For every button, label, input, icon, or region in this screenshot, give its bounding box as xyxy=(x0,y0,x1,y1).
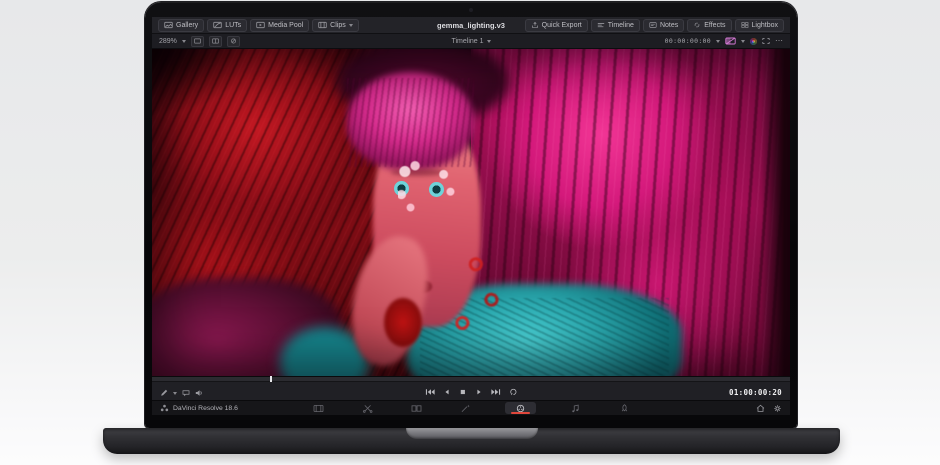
lightbox-label: Lightbox xyxy=(752,22,778,29)
media-pool-button[interactable]: Media Pool xyxy=(250,19,309,32)
transport-controls xyxy=(152,388,790,396)
chevron-down-icon[interactable] xyxy=(741,40,745,43)
luts-button[interactable]: LUTs xyxy=(207,19,247,32)
playhead[interactable] xyxy=(270,376,272,382)
webcam-icon xyxy=(469,8,473,12)
laptop-lid: Gallery LUTs Media Pool Clips xyxy=(145,2,797,428)
luts-icon xyxy=(213,21,222,29)
page-tabs xyxy=(152,402,790,414)
skip-end-button[interactable] xyxy=(491,388,501,396)
tab-edit[interactable] xyxy=(407,402,426,414)
viewer-header: 289% Timeline 1 xyxy=(152,34,790,49)
play-button[interactable] xyxy=(475,388,483,396)
main-toolbar: Gallery LUTs Media Pool Clips xyxy=(152,17,790,34)
bypass-icon[interactable] xyxy=(227,36,240,47)
tab-cut[interactable] xyxy=(358,402,377,414)
notes-icon xyxy=(649,21,657,29)
tab-media[interactable] xyxy=(309,402,328,414)
expand-icon[interactable] xyxy=(762,37,770,45)
export-icon xyxy=(531,21,539,29)
viewer-zoom-group: 289% xyxy=(159,36,240,47)
step-back-button[interactable] xyxy=(443,388,451,396)
tab-color[interactable] xyxy=(505,402,536,414)
viewer-image[interactable] xyxy=(152,49,790,376)
fairlight-page-icon xyxy=(570,404,581,413)
media-pool-icon xyxy=(256,21,265,29)
deliver-page-icon xyxy=(619,404,630,413)
single-clip-icon[interactable] xyxy=(191,36,204,47)
color-page-icon xyxy=(515,404,526,413)
chevron-down-icon[interactable] xyxy=(182,40,186,43)
clips-button[interactable]: Clips xyxy=(312,19,359,32)
tab-deliver[interactable] xyxy=(615,402,634,414)
timeline-scrubber[interactable] xyxy=(152,377,790,382)
chevron-down-icon[interactable] xyxy=(716,40,720,43)
toolbar-left-group: Gallery LUTs Media Pool Clips xyxy=(158,19,359,32)
effects-label: Effects xyxy=(704,22,725,29)
loop-button[interactable] xyxy=(509,388,518,396)
lid-notch xyxy=(406,428,538,439)
effects-button[interactable]: Effects xyxy=(687,19,731,32)
lightbox-button[interactable]: Lightbox xyxy=(735,19,784,32)
color-wheel-icon[interactable] xyxy=(750,38,757,45)
clips-label: Clips xyxy=(330,22,346,29)
fusion-page-icon xyxy=(460,404,471,413)
stop-button[interactable] xyxy=(459,388,467,396)
overflow-menu-icon[interactable]: ⋯ xyxy=(775,38,783,44)
timeline-icon xyxy=(597,21,605,29)
clips-icon xyxy=(318,21,327,29)
media-pool-label: Media Pool xyxy=(268,22,303,29)
davinci-resolve-window: Gallery LUTs Media Pool Clips xyxy=(152,17,790,415)
cut-page-icon xyxy=(362,404,373,413)
macbook-pro: Gallery LUTs Media Pool Clips xyxy=(0,0,940,465)
photo-layer xyxy=(152,49,790,376)
chevron-down-icon xyxy=(349,24,353,27)
media-page-icon xyxy=(313,404,324,413)
gallery-button[interactable]: Gallery xyxy=(158,19,204,32)
tab-fusion[interactable] xyxy=(456,402,475,414)
chevron-down-icon[interactable] xyxy=(487,40,491,43)
laptop-base xyxy=(103,428,840,454)
edit-page-icon xyxy=(411,404,422,413)
toolbar-right-group: Quick Export Timeline Notes Effects xyxy=(525,19,784,32)
viewer-header-right: 00:00:00:00 ⋯ xyxy=(665,37,783,45)
timeline-selector-label[interactable]: Timeline 1 xyxy=(451,38,483,45)
transport-bar: 01:00:00:20 xyxy=(152,376,790,400)
effects-icon xyxy=(693,21,701,29)
tab-fairlight[interactable] xyxy=(566,402,585,414)
notes-label: Notes xyxy=(660,22,678,29)
source-timecode: 00:00:00:00 xyxy=(665,37,711,45)
wipe-icon[interactable] xyxy=(725,37,736,45)
gallery-label: Gallery xyxy=(176,22,198,29)
split-screen-icon[interactable] xyxy=(209,36,222,47)
luts-label: LUTs xyxy=(225,22,241,29)
timeline-button[interactable]: Timeline xyxy=(591,19,640,32)
zoom-level[interactable]: 289% xyxy=(159,38,177,45)
gallery-icon xyxy=(164,21,173,29)
timeline-label: Timeline xyxy=(608,22,634,29)
notes-button[interactable]: Notes xyxy=(643,19,684,32)
page-bar: DaVinci Resolve 18.6 xyxy=(152,400,790,415)
quick-export-button[interactable]: Quick Export xyxy=(525,19,588,32)
lightbox-icon xyxy=(741,21,749,29)
quick-export-label: Quick Export xyxy=(542,22,582,29)
skip-start-button[interactable] xyxy=(425,388,435,396)
